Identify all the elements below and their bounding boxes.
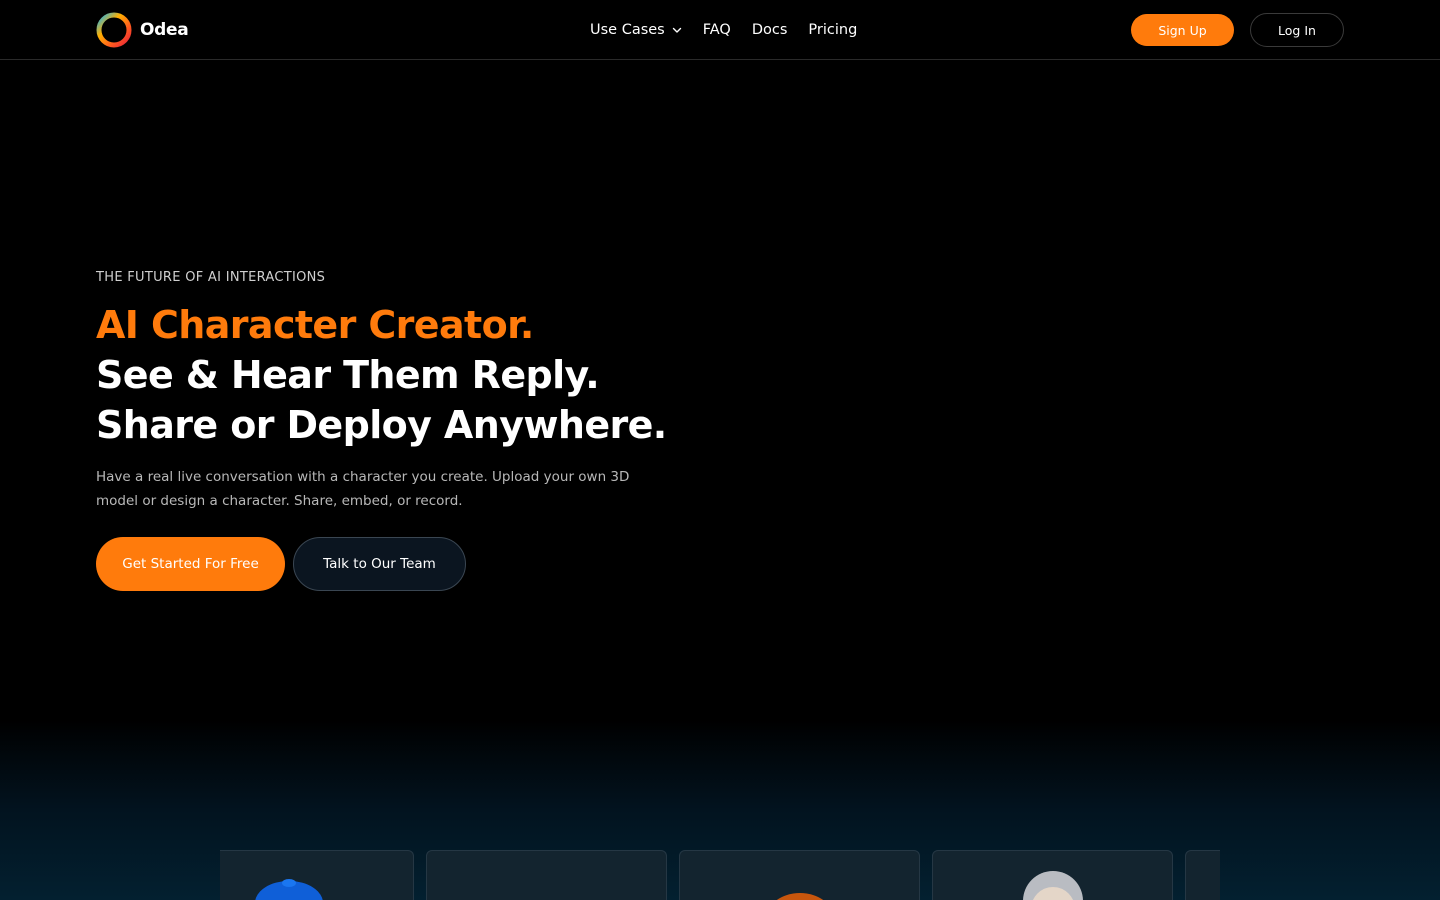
character-card-partial[interactable] [1185,850,1220,900]
get-started-button[interactable]: Get Started For Free [96,537,285,591]
nav-item-faq[interactable]: FAQ [703,22,731,38]
character-card-orange[interactable] [679,850,920,900]
blue-character-icon [255,879,323,900]
hero-headline: AI Character Creator. See & Hear Them Re… [96,300,667,450]
nav-item-label: Docs [751,22,788,38]
sign-up-button[interactable]: Sign Up [1131,14,1234,46]
talk-to-team-button[interactable]: Talk to Our Team [293,537,466,591]
orange-character-icon [776,893,824,900]
main-nav: Use Cases FAQ Docs Pricing [590,19,857,41]
site-header: Odea Use Cases FAQ Docs Pricing Sign Up … [0,0,1440,60]
chevron-down-icon [672,27,681,33]
headline-line-2: See & Hear Them Reply. [96,353,600,397]
nav-item-use-cases[interactable]: Use Cases [590,22,682,38]
headline-line-3: Share or Deploy Anywhere. [96,403,667,447]
character-card-person[interactable] [932,850,1173,900]
ring-logo-icon [96,12,132,48]
brand-name: Odea [140,20,189,40]
gray-hair-person-icon [1023,871,1083,900]
brand-logo[interactable]: Odea [96,12,189,48]
nav-item-pricing[interactable]: Pricing [808,22,857,38]
nav-item-docs[interactable]: Docs [752,22,788,38]
nav-item-label: FAQ [702,22,731,38]
hero-eyebrow: THE FUTURE OF AI INTERACTIONS [96,270,326,285]
character-card-row [220,850,1220,900]
character-card-empty[interactable] [426,850,667,900]
character-card-blue[interactable] [220,850,414,900]
headline-line-1: AI Character Creator. [96,303,534,347]
log-in-button[interactable]: Log In [1250,13,1344,47]
hero-subtext: Have a real live conversation with a cha… [96,469,630,509]
nav-item-label: Use Cases [590,22,665,38]
nav-item-label: Pricing [808,22,858,38]
